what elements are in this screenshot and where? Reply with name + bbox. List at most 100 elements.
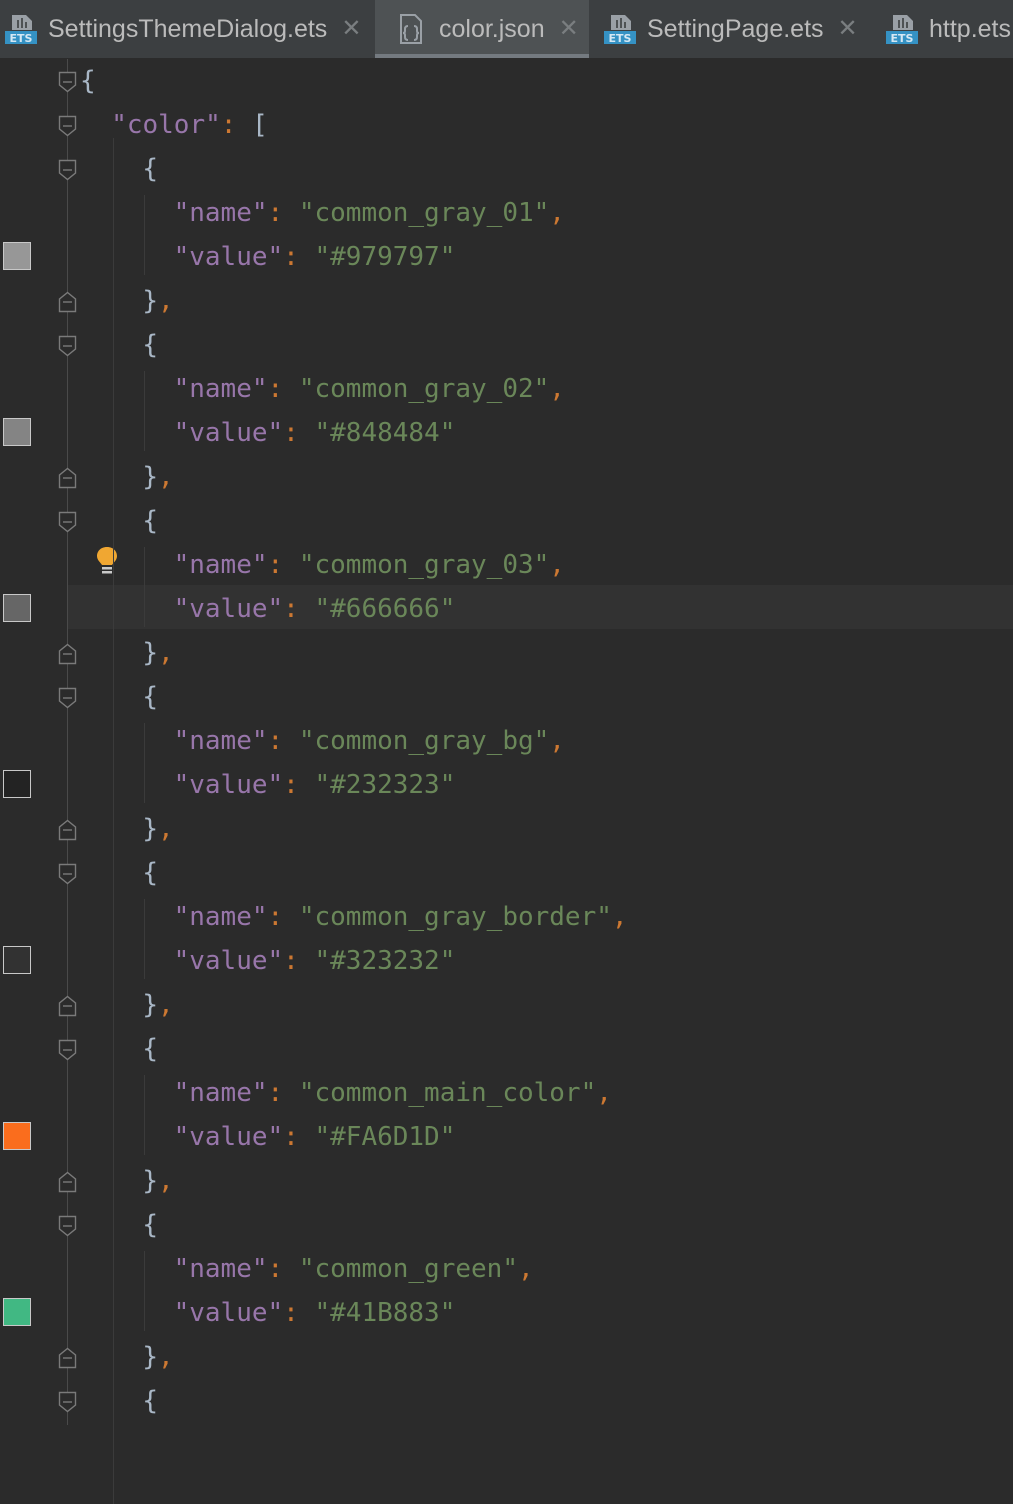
code-text: { — [142, 1027, 158, 1071]
code-text: "value": "#323232" — [174, 939, 456, 983]
close-brace: } — [142, 638, 159, 668]
open-brace: { — [142, 330, 159, 360]
json-key: "value" — [173, 770, 284, 800]
comma: , — [596, 1078, 612, 1108]
code-editor[interactable]: {"color": [{"name": "common_gray_01", "va… — [0, 59, 1013, 1504]
code-text: }, — [142, 279, 173, 323]
tab-label: SettingPage.ets — [647, 14, 824, 43]
colon: : — [267, 726, 284, 756]
comma: , — [158, 462, 174, 492]
indent-guide — [144, 1075, 146, 1155]
colon: : — [283, 418, 299, 448]
fold-open-icon[interactable] — [58, 863, 77, 885]
open-brace: { — [142, 506, 159, 536]
fold-close-icon[interactable] — [58, 1347, 77, 1369]
code-line: { — [0, 147, 1013, 191]
comma: , — [549, 198, 565, 228]
indent-guide — [144, 195, 146, 275]
color-swatch[interactable] — [3, 770, 31, 798]
lightbulb-icon[interactable] — [94, 545, 120, 577]
open-bracket: [ — [252, 110, 268, 140]
fold-open-icon[interactable] — [58, 71, 77, 93]
indent-guide — [144, 723, 146, 803]
code-line: "color": [ — [0, 103, 1013, 147]
code-line: "value": "#41B883" — [0, 1291, 1013, 1335]
color-swatch[interactable] — [3, 1122, 31, 1150]
color-swatch[interactable] — [3, 946, 31, 974]
tab-settingpage-ets[interactable]: ETS SettingPage.ets ✕ — [589, 0, 871, 58]
fold-open-icon[interactable] — [58, 1215, 77, 1237]
code-text: }, — [142, 807, 173, 851]
colon: : — [267, 1254, 284, 1284]
tab-settingsthemedialog-ets[interactable]: ETS SettingsThemeDialog.ets ✕ — [0, 0, 375, 58]
close-brace: } — [142, 1166, 159, 1196]
code-line: "name": "common_gray_01", — [0, 191, 1013, 235]
fold-close-icon[interactable] — [58, 1171, 77, 1193]
fold-open-icon[interactable] — [58, 687, 77, 709]
json-file-icon — [400, 14, 422, 44]
fold-open-icon[interactable] — [58, 1039, 77, 1061]
colon: : — [267, 902, 284, 932]
close-brace: } — [142, 1342, 159, 1372]
json-key: "value" — [173, 418, 284, 448]
json-key: "color" — [111, 110, 221, 140]
fold-close-icon[interactable] — [58, 819, 77, 841]
comma: , — [158, 1342, 174, 1372]
comma: , — [517, 1254, 534, 1284]
code-text: "name": "common_main_color", — [174, 1071, 612, 1115]
open-brace: { — [142, 1210, 159, 1240]
open-brace: { — [142, 1386, 159, 1416]
tab-http-ets[interactable]: ETS http.ets — [871, 0, 1013, 58]
close-icon[interactable]: ✕ — [559, 17, 579, 41]
fold-close-icon[interactable] — [58, 467, 77, 489]
code-line: { — [0, 323, 1013, 367]
fold-open-icon[interactable] — [58, 335, 77, 357]
fold-close-icon[interactable] — [58, 995, 77, 1017]
code-line: "value": "#848484" — [0, 411, 1013, 455]
close-icon[interactable]: ✕ — [341, 17, 361, 41]
json-string-value: "common_gray_border" — [298, 902, 612, 932]
editor-tab-bar: ETS SettingsThemeDialog.ets ✕ color.json ✕ ET… — [0, 0, 1013, 59]
code-line: "value": "#666666" — [0, 587, 1013, 631]
comma: , — [549, 550, 565, 580]
close-icon[interactable]: ✕ — [838, 17, 858, 41]
indent-guide — [113, 138, 115, 1504]
code-line: "value": "#979797" — [0, 235, 1013, 279]
code-text: "value": "#232323" — [174, 763, 456, 807]
fold-open-icon[interactable] — [58, 511, 77, 533]
code-line: }, — [0, 1335, 1013, 1379]
json-string-value: "common_gray_01" — [298, 198, 550, 228]
color-swatch[interactable] — [3, 1298, 31, 1326]
code-line: }, — [0, 631, 1013, 675]
colon: : — [267, 374, 284, 404]
fold-open-icon[interactable] — [58, 159, 77, 181]
tab-label: SettingsThemeDialog.ets — [48, 14, 328, 43]
indent-guide — [144, 371, 146, 451]
fold-close-icon[interactable] — [58, 643, 77, 665]
color-swatch[interactable] — [3, 242, 31, 270]
code-line: }, — [0, 279, 1013, 323]
color-swatch[interactable] — [3, 418, 31, 446]
code-text: }, — [142, 1159, 173, 1203]
json-string-value: "#41B883" — [314, 1298, 456, 1328]
tab-color-json[interactable]: color.json ✕ — [375, 0, 589, 58]
json-key: "value" — [173, 594, 284, 624]
fold-open-icon[interactable] — [58, 115, 77, 137]
fold-open-icon[interactable] — [58, 1391, 77, 1413]
comma: , — [549, 726, 565, 756]
code-text: "name": "common_gray_01", — [174, 191, 565, 235]
json-string-value: "common_gray_bg" — [298, 726, 550, 756]
comma: , — [158, 286, 174, 316]
comma: , — [158, 638, 174, 668]
tab-label: color.json — [439, 14, 545, 43]
fold-close-icon[interactable] — [58, 291, 77, 313]
json-string-value: "#FA6D1D" — [314, 1122, 456, 1152]
code-line: "value": "#FA6D1D" — [0, 1115, 1013, 1159]
ets-label: ETS — [10, 32, 33, 45]
colon: : — [283, 1298, 299, 1328]
ets-file-icon: ETS — [5, 15, 37, 45]
code-text: "value": "#848484" — [174, 411, 456, 455]
code-text: "value": "#FA6D1D" — [174, 1115, 456, 1159]
code-line: { — [0, 1027, 1013, 1071]
color-swatch[interactable] — [3, 594, 31, 622]
